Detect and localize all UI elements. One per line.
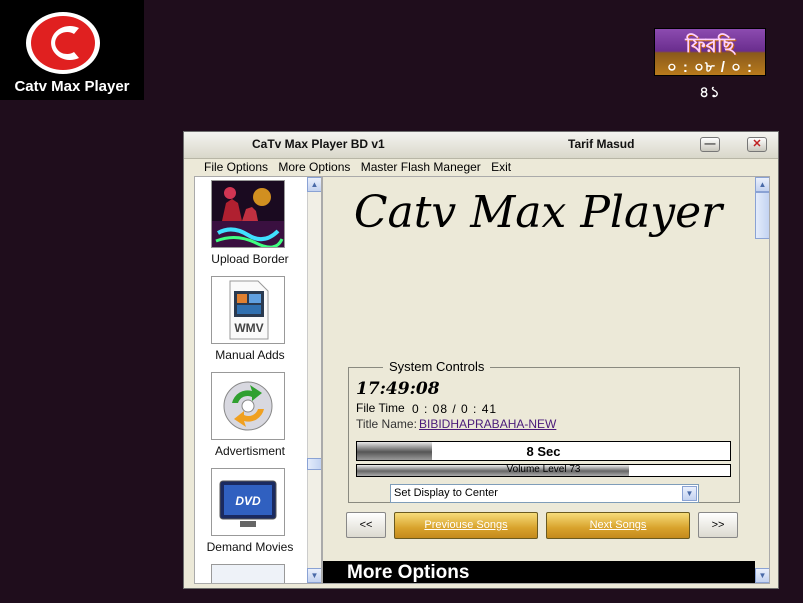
catv-logo-icon [26, 12, 100, 74]
volume-text: Volume Level 73 [506, 464, 581, 475]
status-badge: ফিরছি ০ : ০৮ / ০ : ৪১ [654, 28, 766, 101]
menu-master-flash[interactable]: Master Flash Maneger [361, 160, 481, 174]
title-name-link[interactable]: BIBIDHAPRABAHA-NEW [419, 417, 556, 431]
logo-text: Catv Max Player [14, 78, 130, 95]
file-time-label: File Time [356, 401, 405, 415]
countdown-bar: 8 Sec [356, 441, 731, 461]
tile-partial-icon [211, 564, 285, 583]
more-options-bar[interactable]: More Options [323, 561, 755, 583]
next-songs-button[interactable]: Next Songs [546, 512, 690, 539]
window-user: Tarif Masud [568, 137, 635, 151]
display-select[interactable]: Set Display to Center ▼ [390, 484, 699, 503]
menu-bar: File Options More Options Master Flash M… [204, 160, 518, 176]
dvd-display-icon: DVD [211, 468, 285, 536]
close-button[interactable]: ✕ [747, 137, 767, 152]
clock: 17:49:08 [356, 379, 440, 399]
menu-exit[interactable]: Exit [491, 160, 511, 174]
tool-panel-scrollbar[interactable]: ▲ ▼ [307, 177, 321, 583]
display-select-value: Set Display to Center [394, 487, 498, 499]
previous-songs-button[interactable]: Previouse Songs [394, 512, 538, 539]
next-small-button[interactable]: >> [698, 512, 738, 538]
player-window: CaTv Max Player BD v1 Tarif Masud — ✕ Fi… [183, 131, 779, 589]
app-logo: Catv Max Player [0, 0, 144, 100]
wmv-file-icon: WMV [211, 276, 285, 344]
tile-label: Manual Adds [215, 348, 285, 362]
minimize-button[interactable]: — [700, 137, 720, 152]
tile-label: Demand Movies [206, 540, 294, 554]
menu-file-options[interactable]: File Options [204, 160, 268, 174]
system-controls: System Controls 17:49:08 File Time 0 : 0… [348, 359, 740, 503]
tile-label: Advertisment [214, 444, 286, 458]
badge-time: ০ : ০৮ / ০ : ৪১ [667, 59, 753, 101]
title-name-label: Title Name: [356, 417, 417, 431]
file-time-value: 0 : 08 / 0 : 41 [412, 402, 498, 416]
system-controls-legend: System Controls [383, 359, 491, 374]
main-scroll-down-icon[interactable]: ▼ [755, 568, 769, 583]
menu-more-options[interactable]: More Options [278, 160, 350, 174]
scroll-thumb[interactable] [307, 458, 321, 470]
countdown-text: 8 Sec [526, 444, 561, 459]
fireworks-icon [211, 180, 285, 249]
dvd-badge: DVD [235, 494, 261, 508]
chevron-down-icon[interactable]: ▼ [682, 486, 697, 501]
title-bar[interactable]: CaTv Max Player BD v1 Tarif Masud — ✕ [184, 132, 778, 159]
scroll-down-icon[interactable]: ▼ [307, 568, 321, 583]
prev-small-button[interactable]: << [346, 512, 386, 538]
main-panel: Catv Max Player System Controls 17:49:08… [322, 176, 770, 584]
tool-panel: Upload Border WMV Manual Adds Advertisme… [194, 176, 322, 584]
main-scroll-up-icon[interactable]: ▲ [755, 177, 769, 192]
player-title: Catv Max Player [353, 187, 723, 238]
main-scroll-thumb[interactable] [755, 192, 769, 239]
refresh-disc-icon [211, 372, 285, 440]
tile-label: Upload Border [211, 252, 289, 266]
wmv-badge: WMV [234, 321, 263, 335]
more-options-label: More Options [347, 562, 470, 583]
window-title: CaTv Max Player BD v1 [252, 137, 385, 151]
scroll-up-icon[interactable]: ▲ [307, 177, 321, 192]
volume-bar[interactable]: Volume Level 73 [356, 464, 731, 477]
